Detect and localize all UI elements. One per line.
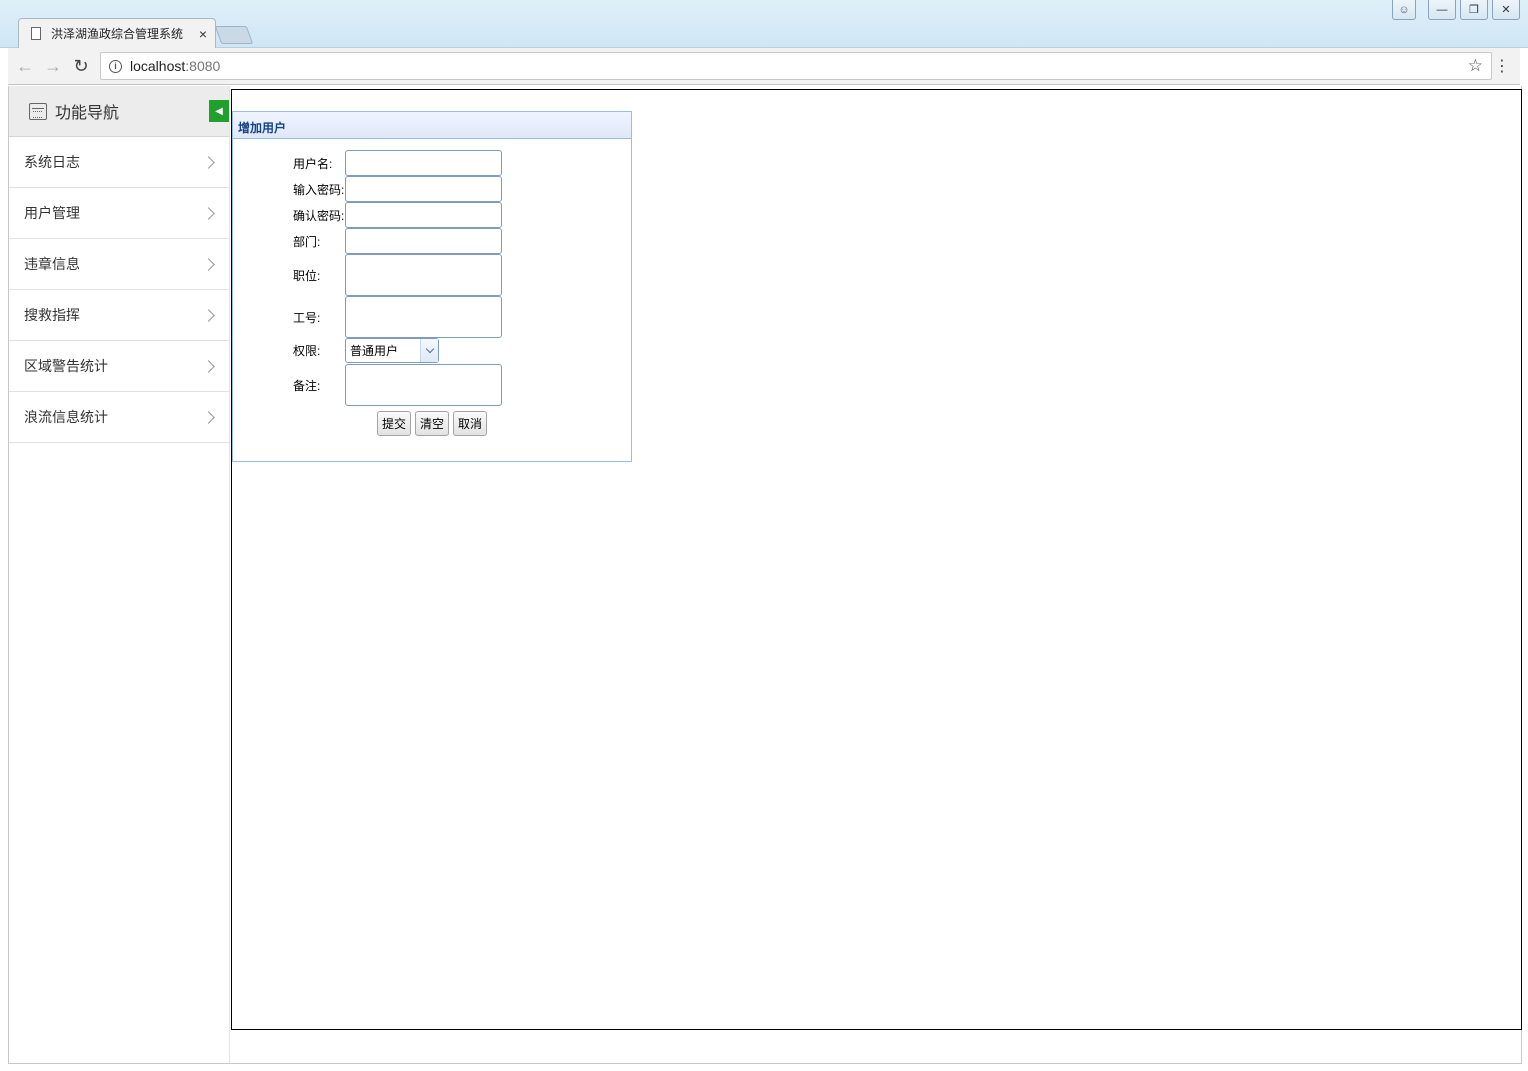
address-bar[interactable]: i localhost:8080 ☆ <box>100 52 1492 80</box>
password-label: 输入密码: <box>293 182 345 197</box>
calendar-icon <box>29 102 47 120</box>
window-controls: — ❐ ✕ <box>1428 0 1520 20</box>
permission-select[interactable]: 普通用户 <box>345 338 439 363</box>
confirm-password-label: 确认密码: <box>293 208 345 223</box>
window-titlebar: 洪泽湖渔政综合管理系统 × ☺ — ❐ ✕ <box>0 0 1528 48</box>
sidebar-item-violation-info[interactable]: 违章信息 <box>9 239 229 290</box>
browser-toolbar: ← → ↻ i localhost:8080 ☆ ⋮ <box>8 48 1520 85</box>
sidebar-item-label: 区域警告统计 <box>24 358 108 374</box>
sidebar-title: 功能导航 <box>55 105 120 122</box>
chevron-right-icon <box>202 308 215 322</box>
chevron-down-icon <box>425 344 434 354</box>
minimize-button[interactable]: — <box>1428 0 1456 20</box>
confirm-password-input[interactable] <box>345 202 502 228</box>
bookmark-star-icon[interactable]: ☆ <box>1468 56 1483 76</box>
note-label: 备注: <box>293 378 321 393</box>
department-input[interactable] <box>345 228 502 254</box>
chevron-right-icon <box>202 410 215 424</box>
job-number-row: 工号: <box>293 296 502 338</box>
job-number-textarea[interactable] <box>345 296 502 338</box>
submit-button[interactable]: 提交 <box>377 411 412 436</box>
reload-icon[interactable]: ↻ <box>70 55 92 77</box>
panel-title: 增加用户 <box>233 112 631 139</box>
add-user-panel: 增加用户 用户名: 输入密码: 确认密码: 部门: 职位: 工号: 权限: 普通… <box>232 111 632 462</box>
sidebar-item-label: 搜救指挥 <box>24 307 80 323</box>
username-label: 用户名: <box>293 156 333 171</box>
sidebar-item-label: 违章信息 <box>24 256 80 272</box>
sidebar-collapse-button[interactable]: ◀ <box>209 100 229 122</box>
sidebar-item-area-warning-stats[interactable]: 区域警告统计 <box>9 341 229 392</box>
url-port: :8080 <box>185 58 221 74</box>
note-row: 备注: <box>293 364 502 406</box>
sidebar-item-wave-current-stats[interactable]: 浪流信息统计 <box>9 392 229 443</box>
chevron-right-icon <box>202 206 215 220</box>
content-frame: 增加用户 用户名: 输入密码: 确认密码: 部门: 职位: 工号: 权限: 普通… <box>231 89 1522 1030</box>
page-viewport: 功能导航 ◀ 系统日志 用户管理 违章信息 搜救指挥 区域警告统计 浪流信息统计 <box>8 86 1522 1064</box>
sidebar-item-label: 系统日志 <box>24 154 80 170</box>
tab-close-icon[interactable]: × <box>199 26 207 42</box>
username-input[interactable] <box>345 150 502 176</box>
department-label: 部门: <box>293 234 321 249</box>
sidebar-item-system-log[interactable]: 系统日志 <box>9 137 229 188</box>
username-row: 用户名: <box>293 150 502 176</box>
cancel-button[interactable]: 取消 <box>453 411 488 436</box>
permission-label: 权限: <box>293 344 321 358</box>
position-row: 职位: <box>293 254 502 296</box>
sidebar-item-label: 浪流信息统计 <box>24 409 108 425</box>
sidebar-item-label: 用户管理 <box>24 205 80 221</box>
clear-button[interactable]: 清空 <box>415 411 450 436</box>
back-arrow-icon[interactable]: ← <box>14 55 36 77</box>
chevron-right-icon <box>202 359 215 373</box>
chevron-right-icon <box>202 257 215 271</box>
close-window-button[interactable]: ✕ <box>1492 0 1520 20</box>
permission-row: 权限: 普通用户 <box>293 338 439 363</box>
password-input[interactable] <box>345 176 502 202</box>
chevron-right-icon <box>202 155 215 169</box>
position-label: 职位: <box>293 268 321 283</box>
confirm-password-row: 确认密码: <box>293 202 502 228</box>
position-textarea[interactable] <box>345 254 502 296</box>
note-textarea[interactable] <box>345 364 502 406</box>
sidebar-item-user-management[interactable]: 用户管理 <box>9 188 229 239</box>
sidebar-header: 功能导航 ◀ <box>9 86 229 137</box>
url-host: localhost <box>130 58 186 74</box>
permission-select-value: 普通用户 <box>350 344 399 358</box>
department-row: 部门: <box>293 228 502 254</box>
password-row: 输入密码: <box>293 176 502 202</box>
user-profile-icon[interactable]: ☺ <box>1392 0 1416 20</box>
browser-menu-icon[interactable]: ⋮ <box>1494 56 1510 76</box>
sidebar: 功能导航 ◀ 系统日志 用户管理 违章信息 搜救指挥 区域警告统计 浪流信息统计 <box>9 86 230 1063</box>
restore-button[interactable]: ❐ <box>1460 0 1488 20</box>
info-icon[interactable]: i <box>109 59 122 73</box>
job-number-label: 工号: <box>293 310 321 325</box>
dropdown-arrow[interactable] <box>420 339 438 362</box>
forward-arrow-icon[interactable]: → <box>42 55 64 77</box>
browser-tab[interactable]: 洪泽湖渔政综合管理系统 × <box>18 18 216 48</box>
new-tab-button[interactable] <box>214 26 254 44</box>
sidebar-item-search-rescue[interactable]: 搜救指挥 <box>9 290 229 341</box>
tab-title: 洪泽湖渔政综合管理系统 <box>51 27 184 41</box>
document-icon <box>31 27 41 40</box>
